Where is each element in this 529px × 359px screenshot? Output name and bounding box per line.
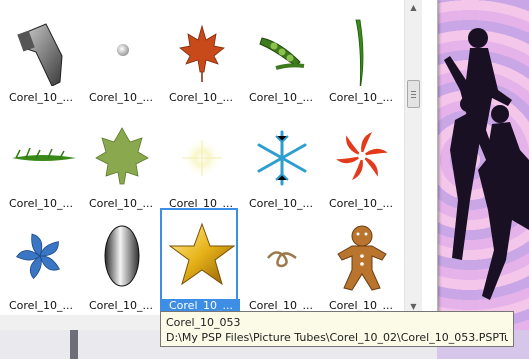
arrow-up-icon[interactable]: ▲ [405, 0, 422, 16]
peapod-icon [246, 8, 316, 86]
tube-tooltip: Corel_10_053 D:\My PSP Files\Picture Tub… [160, 311, 514, 347]
gold-star-icon [166, 216, 236, 294]
tooltip-name: Corel_10_053 [166, 316, 241, 329]
grip-line [411, 91, 416, 92]
rope-knot-icon [246, 216, 316, 294]
tube-item-label: Corel_10_... [8, 197, 73, 210]
tube-item-label: Corel_10_... [328, 197, 393, 210]
tube-item-label: Corel_10_... [8, 299, 73, 312]
tube-item[interactable]: Corel_10_... [82, 2, 160, 104]
tube-item[interactable]: Corel_10_... [162, 108, 240, 210]
tube-item[interactable]: Corel_10_... [322, 2, 400, 104]
tube-item[interactable]: Corel_10_... [2, 108, 80, 210]
tube-item[interactable]: Corel_10_... [82, 210, 160, 312]
tube-item[interactable]: Corel_10_... [162, 2, 240, 104]
tube-item-selected[interactable]: Corel_10_... [160, 208, 240, 312]
picture-tube-picker: Corel_10_... Corel_10_... Corel_10_... C… [0, 0, 438, 330]
tube-item[interactable]: Corel_10_... [2, 2, 80, 104]
tube-item[interactable]: Corel_10_... [242, 108, 320, 210]
tube-item[interactable]: Corel_10_... [2, 210, 80, 312]
grip-line [411, 97, 416, 98]
vertical-scrollbar[interactable]: ▲ ▼ [404, 0, 422, 315]
tube-item[interactable]: Corel_10_... [242, 210, 320, 312]
tube-item-label: Corel_10_... [168, 91, 233, 104]
tube-item-label: Corel_10_... [8, 91, 73, 104]
tube-item-label: Corel_10_... [328, 91, 393, 104]
chrome-egg-icon [86, 216, 156, 294]
tube-grid: Corel_10_... Corel_10_... Corel_10_... C… [0, 0, 404, 315]
red-pinwheel-icon [326, 114, 396, 192]
tooltip-path: D:\My PSP Files\Picture Tubes\Corel_10_0… [166, 331, 508, 344]
tube-item-label: Corel_10_... [248, 91, 313, 104]
blue-swirl-icon [6, 216, 76, 294]
scrollbar-thumb[interactable] [407, 80, 420, 108]
tube-item[interactable]: Corel_10_... [242, 2, 320, 104]
grass-strip-icon [6, 114, 76, 192]
snowflake-icon [246, 114, 316, 192]
grip-line [411, 94, 416, 95]
tube-item[interactable]: Corel_10_... [82, 108, 160, 210]
panel-edge [70, 330, 78, 359]
tube-item-label: Corel_10_... [248, 197, 313, 210]
tube-item-label: Corel_10_... [88, 91, 153, 104]
grass-blade-icon [326, 8, 396, 86]
light-flare-icon [166, 114, 236, 192]
tube-item[interactable]: Corel_10_... [322, 108, 400, 210]
tube-item[interactable]: Corel_10_... [322, 210, 400, 312]
tube-item-label: Corel_10_... [88, 197, 153, 210]
green-leaf-icon [86, 114, 156, 192]
gingerbread-man-icon [326, 216, 396, 294]
pearl-icon [86, 8, 156, 86]
tube-item-label: Corel_10_... [88, 299, 153, 312]
maple-leaf-icon [166, 8, 236, 86]
stapler-icon [6, 8, 76, 86]
